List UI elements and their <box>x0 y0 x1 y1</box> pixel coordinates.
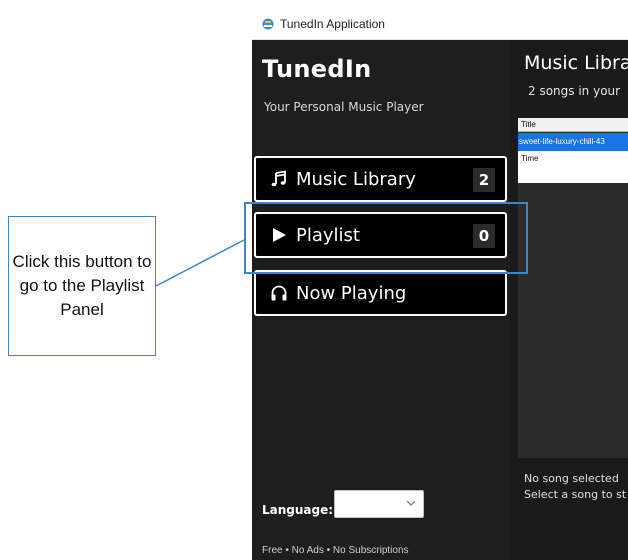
main-panel: Music Libra 2 songs in your Title sweet-… <box>510 40 628 560</box>
song-detail-row[interactable]: Time <box>518 151 628 183</box>
app-name: TunedIn <box>262 55 372 83</box>
status-text: No song selected <box>524 472 619 485</box>
music-library-button[interactable]: Music Library 2 <box>254 156 507 202</box>
music-note-icon <box>271 170 286 187</box>
song-row-selected[interactable]: sweet-life-luxury-chill-43 <box>518 133 628 151</box>
title-bar: TunedIn Application <box>252 8 628 40</box>
now-playing-label: Now Playing <box>296 282 407 304</box>
window-title: TunedIn Application <box>280 16 385 31</box>
app-icon <box>262 18 274 29</box>
now-playing-button[interactable]: Now Playing <box>254 270 507 316</box>
status-hint: Select a song to st <box>524 488 627 501</box>
annotation-highlight <box>244 202 528 274</box>
footer-text: Free • No Ads • No Subscriptions <box>262 545 409 556</box>
app-window: TunedIn Application TunedIn Your Persona… <box>252 8 628 560</box>
music-library-label: Music Library <box>296 168 416 190</box>
page-title: Music Libra <box>524 52 628 74</box>
column-header-title[interactable]: Title <box>518 118 628 132</box>
language-label: Language: <box>262 503 334 517</box>
sidebar: TunedIn Your Personal Music Player Music… <box>252 40 510 560</box>
song-list[interactable]: Title sweet-life-luxury-chill-43 Time <box>518 118 628 458</box>
music-library-count: 2 <box>473 168 495 192</box>
song-count-text: 2 songs in your <box>528 84 621 98</box>
annotation-callout: Click this button to go to the Playlist … <box>8 216 156 356</box>
headphones-icon <box>271 285 287 301</box>
chevron-down-icon <box>406 500 416 506</box>
annotation-text: Click this button to go to the Playlist … <box>12 252 152 319</box>
language-select[interactable] <box>334 490 424 518</box>
app-tagline: Your Personal Music Player <box>264 100 424 114</box>
